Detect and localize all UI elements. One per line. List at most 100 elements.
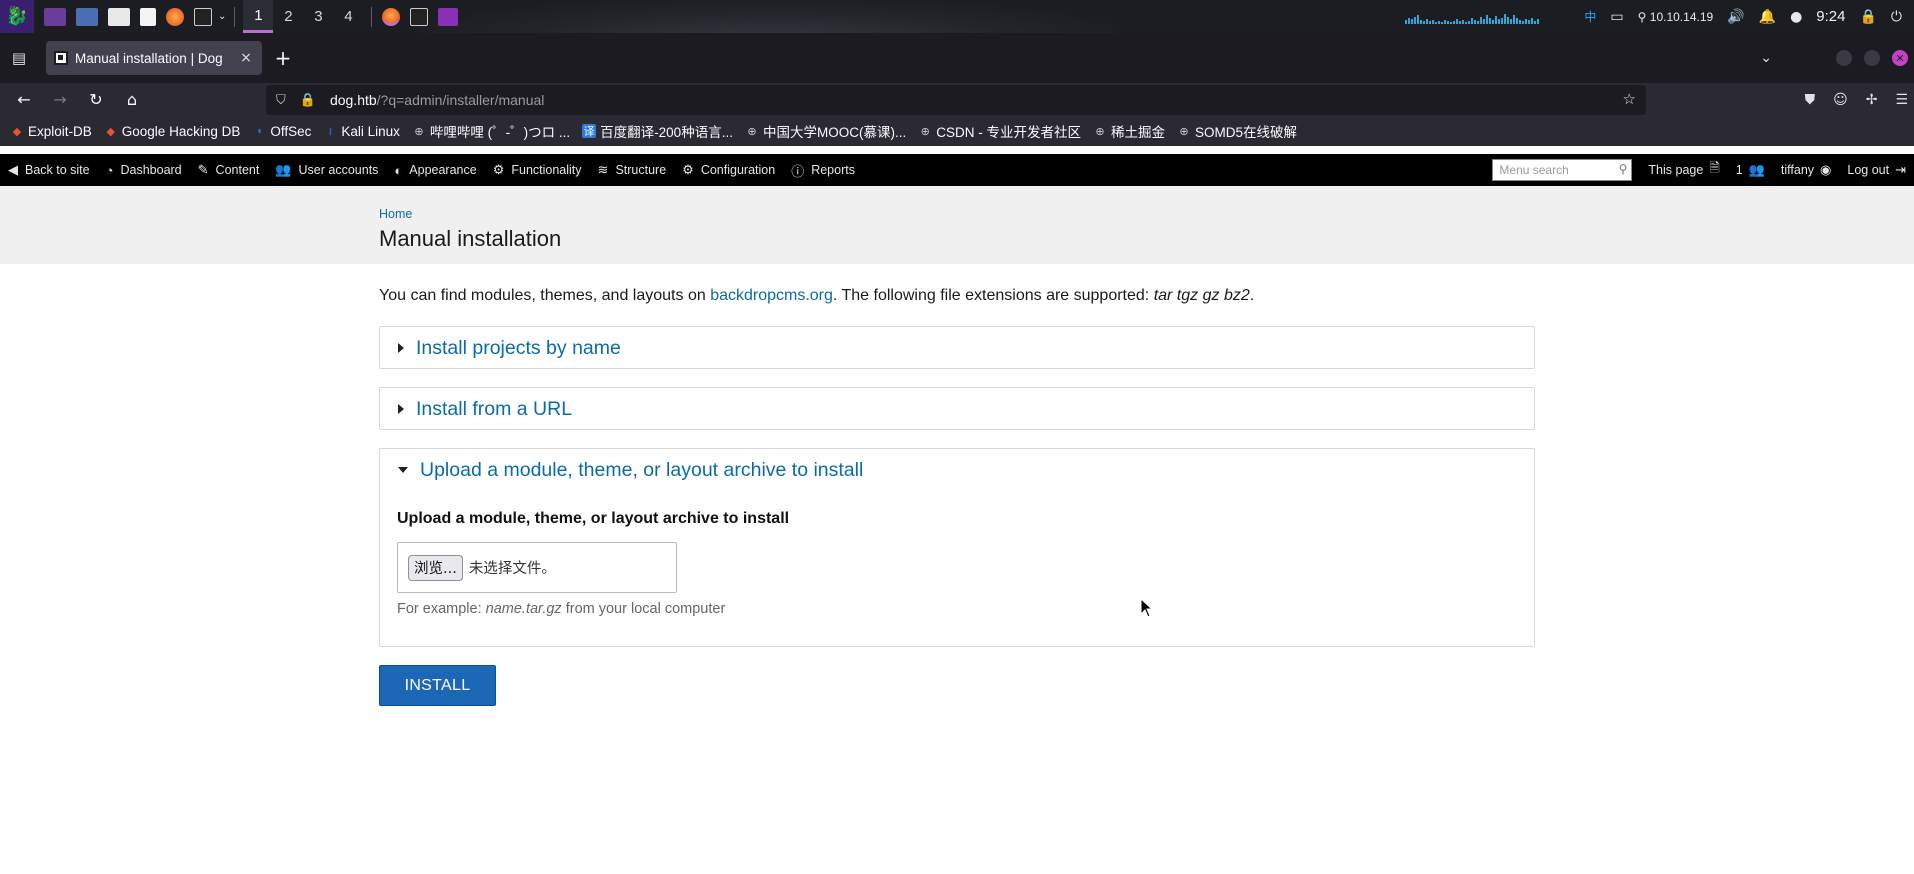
- desc-example: name.tar.gz: [485, 601, 562, 617]
- bookmark-bilibili[interactable]: ⊕ 哔哩哔哩 (゜-゜)つロ ...: [412, 121, 570, 141]
- fieldset-toggle-install-by-name[interactable]: Install projects by name: [380, 327, 1534, 369]
- launcher-chevron-down-icon[interactable]: ⌄: [218, 11, 226, 22]
- input-method-indicator[interactable]: 中: [1584, 8, 1596, 25]
- admin-item-label: Functionality: [511, 163, 582, 177]
- bookmark-baidu-translate[interactable]: 译百度翻译-200种语言...: [582, 121, 733, 141]
- close-window-button[interactable]: ✕: [1892, 50, 1908, 66]
- account-avatar-icon[interactable]: ☺: [1833, 92, 1848, 108]
- notification-bell-icon[interactable]: 🔔: [1759, 9, 1776, 25]
- exploit-db-icon: ◆: [12, 125, 22, 138]
- bookmark-icourse-mooc[interactable]: ⊕ 中国大学MOOC(慕课)...: [745, 121, 906, 141]
- maximize-window-button[interactable]: [1864, 50, 1880, 66]
- admin-content[interactable]: ✎ Content: [190, 154, 268, 186]
- install-button[interactable]: INSTALL: [379, 665, 496, 706]
- bookmark-exploit-db[interactable]: ◆ Exploit-DB: [10, 124, 92, 139]
- backdropcms-link[interactable]: backdropcms.org: [710, 287, 833, 304]
- panel-separator: [371, 6, 373, 27]
- hamburger-menu-icon[interactable]: ☰: [1895, 92, 1908, 108]
- url-path: /?q=admin/installer/manual: [376, 92, 545, 108]
- globe-icon: ⊕: [920, 125, 930, 138]
- admin-functionality[interactable]: ⚙ Functionality: [485, 154, 590, 186]
- bookmark-juejin[interactable]: ⊕ 稀土掘金: [1093, 121, 1165, 141]
- admin-dashboard[interactable]: ◔ Dashboard: [98, 154, 190, 186]
- bookmark-offsec[interactable]: ◖ OffSec: [252, 124, 311, 139]
- admin-account[interactable]: tiffany ◉: [1773, 154, 1839, 186]
- page-info-lock-icon[interactable]: 🔒: [300, 93, 316, 108]
- fieldset-title: Install projects by name: [416, 336, 621, 359]
- terminal-window-icon[interactable]: [410, 7, 429, 26]
- admin-configuration[interactable]: ⚙ Configuration: [674, 154, 783, 186]
- list-all-tabs-chevron-icon[interactable]: ⌄: [1760, 50, 1772, 66]
- firefox-app-icon[interactable]: [166, 7, 184, 26]
- admin-item-label: Appearance: [409, 163, 477, 177]
- folder-window-icon[interactable]: [438, 7, 459, 26]
- bookmark-kali-linux[interactable]: ≀ Kali Linux: [323, 124, 400, 139]
- workspace-1[interactable]: 1: [243, 0, 274, 33]
- workspace-3[interactable]: 3: [303, 0, 333, 33]
- terminal-app-icon[interactable]: [44, 7, 66, 26]
- pencil-icon: ✎: [197, 162, 209, 177]
- admin-this-page[interactable]: This page 🗎: [1640, 154, 1727, 186]
- fieldset-toggle-install-from-url[interactable]: Install from a URL: [380, 388, 1534, 430]
- bookmark-label: 百度翻译-200种语言...: [600, 125, 733, 140]
- volume-icon[interactable]: 🔊: [1727, 9, 1744, 25]
- minimize-window-button[interactable]: [1836, 50, 1852, 66]
- logout-icon: ⇥: [1895, 162, 1906, 177]
- new-tab-button[interactable]: +: [266, 41, 300, 75]
- forward-arrow-icon[interactable]: →: [42, 85, 78, 115]
- workspace-2[interactable]: 2: [273, 0, 303, 33]
- browser-tab-active[interactable]: Manual installation | Dog ×: [46, 41, 262, 75]
- workspace-4[interactable]: 4: [333, 0, 363, 33]
- desktop-app-icon[interactable]: [76, 7, 98, 26]
- offsec-icon: ◖: [256, 125, 263, 137]
- power-icon[interactable]: ⏻: [1891, 9, 1902, 25]
- firefox-view-icon[interactable]: ▤: [0, 39, 38, 77]
- browse-button[interactable]: 浏览...: [408, 554, 463, 581]
- palette-icon: ◐: [394, 162, 403, 178]
- extensions-puzzle-icon[interactable]: ✢: [1866, 92, 1878, 108]
- admin-reports[interactable]: ⓘ Reports: [783, 154, 863, 186]
- bookmark-star-icon[interactable]: ☆: [1623, 90, 1636, 108]
- bookmark-google-hacking-db[interactable]: ◆ Google Hacking DB: [104, 124, 241, 139]
- admin-appearance[interactable]: ◐ Appearance: [386, 154, 484, 186]
- url-bar[interactable]: ⛉ 🔒 dog.htb/?q=admin/installer/manual ☆: [266, 85, 1646, 115]
- cpu-usage-graph: [1405, 10, 1570, 24]
- upload-description: For example: name.tar.gz from your local…: [397, 601, 725, 617]
- file-upload-input[interactable]: 浏览... 未选择文件。: [397, 542, 677, 593]
- tracking-shield-icon[interactable]: ⛉: [276, 93, 286, 108]
- pocket-icon[interactable]: ⛊: [1805, 92, 1816, 108]
- bookmark-csdn[interactable]: ⊕ CSDN - 专业开发者社区: [918, 121, 1081, 141]
- files-app-icon[interactable]: [108, 7, 130, 26]
- gear-icon: ⚙: [682, 162, 694, 177]
- fieldset-title: Install from a URL: [416, 397, 573, 420]
- users-icon: 👥: [1748, 162, 1765, 177]
- text-editor-app-icon[interactable]: [140, 7, 156, 26]
- admin-user-accounts[interactable]: 👥 User accounts: [267, 154, 386, 186]
- admin-logout[interactable]: Log out ⇥: [1839, 154, 1914, 186]
- admin-structure[interactable]: ≋ Structure: [590, 154, 675, 186]
- admin-users-online[interactable]: 1 👥: [1728, 154, 1773, 186]
- back-arrow-icon[interactable]: ←: [6, 85, 42, 115]
- display-icon[interactable]: ▭: [1610, 9, 1623, 25]
- firefox-window-icon[interactable]: [382, 7, 401, 26]
- admin-back-to-site[interactable]: ◀ Back to site: [0, 154, 98, 186]
- home-icon[interactable]: ⌂: [114, 85, 150, 115]
- power-profile-icon[interactable]: ●: [1790, 9, 1802, 25]
- kali-menu-icon[interactable]: 🐉: [0, 0, 34, 33]
- network-ip[interactable]: ⚲ 10.10.14.19: [1638, 10, 1714, 24]
- breadcrumb-home[interactable]: Home: [379, 207, 412, 221]
- terminal-launcher-icon[interactable]: [194, 7, 212, 26]
- fieldset-toggle-upload-archive[interactable]: Upload a module, theme, or layout archiv…: [380, 449, 1534, 491]
- desc-suffix: from your local computer: [561, 601, 726, 617]
- lock-screen-icon[interactable]: 🔒: [1859, 9, 1876, 25]
- reload-icon[interactable]: ↻: [78, 85, 114, 115]
- clock[interactable]: 9:24: [1816, 8, 1845, 25]
- globe-icon: ⊕: [747, 125, 757, 138]
- admin-item-label: User accounts: [298, 163, 379, 177]
- tab-close-icon[interactable]: ×: [238, 50, 254, 66]
- bookmark-label: OffSec: [270, 123, 312, 139]
- bookmark-somd5[interactable]: ⊕ SOMD5在线破解: [1177, 121, 1297, 141]
- users-icon: 👥: [275, 162, 292, 177]
- plug-icon: ⚙: [492, 162, 505, 177]
- menu-search-input[interactable]: Menu search ⚲: [1492, 159, 1633, 181]
